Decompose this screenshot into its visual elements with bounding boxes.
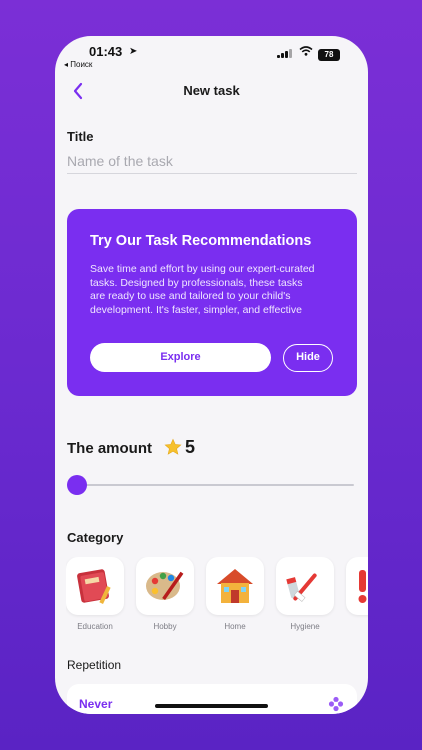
flower-icon: [328, 696, 344, 712]
palette-icon: [146, 571, 184, 600]
amount-label: The amount: [67, 440, 152, 457]
category-label: Category: [67, 530, 124, 545]
category-item-home[interactable]: Home: [206, 557, 266, 631]
category-tile[interactable]: [276, 557, 334, 615]
category-name: D: [346, 622, 368, 631]
house-icon: [217, 569, 253, 603]
amount-slider-thumb[interactable]: [67, 475, 87, 495]
category-list: Education Hobby Home Hygiene: [66, 557, 368, 637]
wifi-icon: [299, 46, 313, 56]
category-name: Hygiene: [290, 622, 320, 631]
phone-screen: 01:43 ➤ ◂ Поиск 78 New task Title Try Ou…: [55, 36, 368, 714]
page-title: New task: [183, 83, 240, 98]
title-label: Title: [67, 129, 94, 144]
status-time: 01:43: [89, 44, 123, 59]
back-to-app-link[interactable]: ◂ Поиск: [64, 60, 92, 69]
category-tile[interactable]: [346, 557, 368, 615]
category-name: Home: [224, 622, 246, 631]
amount-value: 5: [185, 437, 196, 457]
category-item-hygiene[interactable]: Hygiene: [276, 557, 336, 631]
category-tile[interactable]: [66, 557, 124, 615]
recommendations-description: Save time and effort by using our expert…: [90, 263, 315, 316]
toothbrush-icon: [286, 573, 317, 602]
status-bar: 01:43 ➤ ◂ Поиск 78: [55, 36, 368, 69]
explore-button[interactable]: Explore: [90, 343, 271, 372]
category-tile[interactable]: [136, 557, 194, 615]
recommendations-title: Try Our Task Recommendations: [90, 233, 312, 249]
location-arrow-icon: ➤: [129, 46, 138, 57]
repetition-selector[interactable]: Never: [67, 684, 357, 714]
category-item-partial[interactable]: D: [346, 557, 368, 631]
home-indicator[interactable]: [155, 704, 268, 708]
amount-slider-track[interactable]: [69, 484, 354, 486]
signal-icon: [277, 49, 292, 58]
star-icon: [164, 438, 182, 455]
task-title-input[interactable]: [67, 148, 357, 174]
hide-button[interactable]: Hide: [283, 344, 333, 372]
exclamation-icon: [358, 570, 367, 603]
repetition-value: Never: [79, 697, 113, 711]
category-item-education[interactable]: Education: [66, 557, 126, 631]
battery-icon: 78: [318, 49, 340, 61]
recommendations-card: Try Our Task Recommendations Save time a…: [67, 209, 357, 396]
navigation-bar: New task: [55, 80, 368, 104]
category-item-hobby[interactable]: Hobby: [136, 557, 196, 631]
repetition-label: Repetition: [67, 658, 122, 672]
category-name: Hobby: [153, 622, 177, 631]
book-icon: [77, 569, 111, 605]
category-tile[interactable]: [206, 557, 264, 615]
category-name: Education: [77, 622, 113, 631]
